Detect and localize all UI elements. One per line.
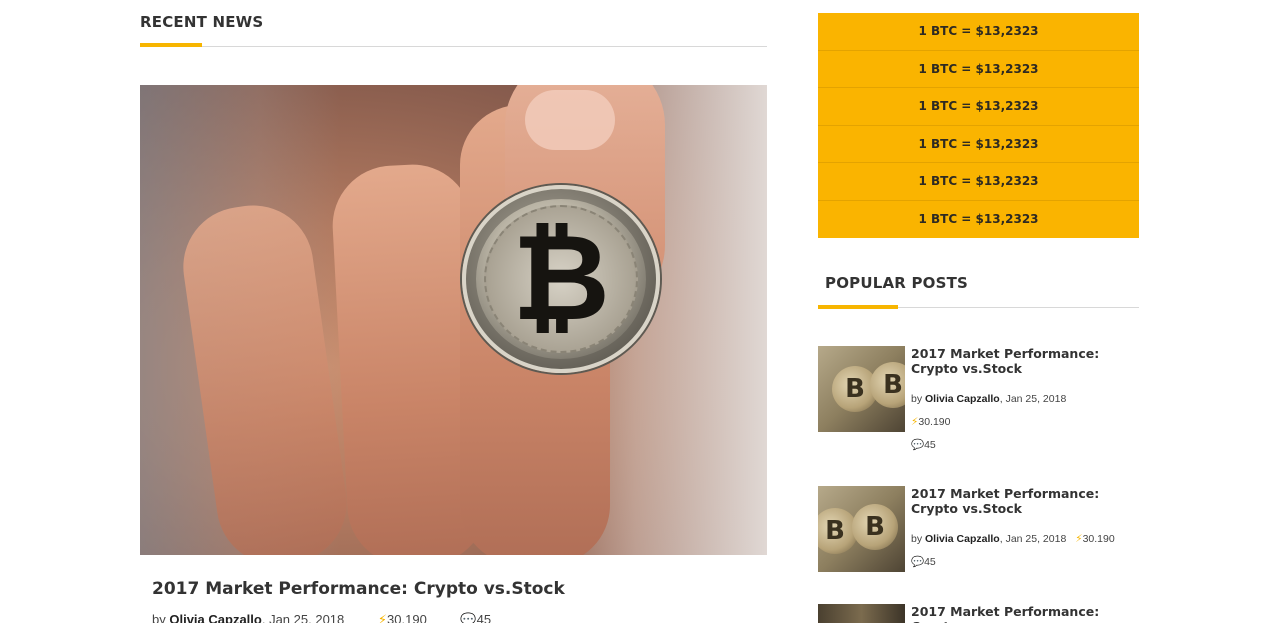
- chat-bubbles-icon: 💬: [911, 556, 925, 568]
- meta-by: by: [152, 612, 166, 623]
- ticker-row: 1 BTC = $13,2323: [818, 200, 1139, 238]
- popular-posts-accent-bar: [818, 305, 898, 309]
- popular-posts-title: POPULAR POSTS: [825, 274, 969, 292]
- chat-bubbles-icon: 💬: [911, 439, 925, 451]
- popular-post-item[interactable]: B B 2017 Market Performance: Crypto vs.S…: [818, 486, 1139, 576]
- recent-news-accent-bar: [140, 43, 202, 47]
- views-stat: ⚡30.190: [378, 612, 427, 623]
- post-author-link[interactable]: Olivia Capzallo: [925, 393, 1000, 405]
- bitcoin-icon: B: [870, 362, 905, 408]
- chat-bubbles-icon: 💬: [460, 612, 477, 623]
- comments-count: 45: [924, 439, 936, 451]
- post-title[interactable]: 2017 Market Performance: Crypto: [911, 604, 1136, 623]
- lightning-icon: ⚡: [1075, 533, 1083, 545]
- recent-news-title: RECENT NEWS: [140, 13, 264, 31]
- ticker-row: 1 BTC = $13,2323: [818, 125, 1139, 163]
- post-thumbnail[interactable]: B B: [818, 346, 905, 432]
- article-date: Jan 25, 2018: [269, 612, 345, 623]
- comments-stat[interactable]: 💬45: [911, 555, 936, 568]
- post-thumbnail[interactable]: B B: [818, 486, 905, 572]
- views-count: 30.190: [1082, 533, 1115, 545]
- ticker-row: 1 BTC = $13,2323: [818, 163, 1139, 201]
- post-thumbnail[interactable]: [818, 604, 905, 623]
- post-byline: by Olivia Capzallo, Jan 25, 2018 ⚡30.190: [911, 533, 1115, 545]
- featured-article-image[interactable]: ₿: [140, 85, 767, 555]
- ticker-row: 1 BTC = $13,2323: [818, 50, 1139, 88]
- views-count: 30.190: [387, 612, 427, 623]
- ticker-row: 1 BTC = $13,2323: [818, 88, 1139, 126]
- recent-news-header: RECENT NEWS: [140, 13, 767, 49]
- meta-by: by: [911, 533, 923, 545]
- popular-post-item[interactable]: 2017 Market Performance: Crypto: [818, 604, 1139, 623]
- ticker-row: 1 BTC = $13,2323: [818, 13, 1139, 51]
- bitcoin-icon: ₿: [512, 209, 610, 348]
- comments-stat[interactable]: 💬45: [911, 438, 936, 451]
- comments-stat[interactable]: 💬45: [460, 612, 491, 623]
- views-stat: ⚡30.190: [1075, 533, 1115, 545]
- post-byline: by Olivia Capzallo, Jan 25, 2018: [911, 393, 1067, 405]
- post-title[interactable]: 2017 Market Performance: Crypto vs.Stock: [911, 486, 1136, 516]
- lightning-icon: ⚡: [377, 612, 388, 623]
- post-author-link[interactable]: Olivia Capzallo: [925, 533, 1000, 545]
- meta-by: by: [911, 393, 923, 405]
- post-title[interactable]: 2017 Market Performance: Crypto vs.Stock: [911, 346, 1136, 376]
- recent-news-divider: [140, 46, 767, 47]
- post-date: Jan 25, 2018: [1005, 393, 1067, 405]
- popular-post-item[interactable]: B B 2017 Market Performance: Crypto vs.S…: [818, 346, 1139, 456]
- post-date: Jan 25, 2018: [1005, 533, 1067, 545]
- btc-price-ticker: 1 BTC = $13,2323 1 BTC = $13,2323 1 BTC …: [818, 13, 1139, 238]
- article-author-link[interactable]: Olivia Capzallo: [169, 612, 261, 623]
- bitcoin-icon: B: [852, 504, 898, 550]
- views-count: 30.190: [918, 416, 951, 428]
- featured-article-meta: by Olivia Capzallo, Jan 25, 2018 ⚡30.190…: [152, 612, 491, 623]
- views-stat: ⚡30.190: [911, 416, 951, 428]
- bitcoin-coin-image: ₿: [462, 185, 660, 373]
- featured-article-title[interactable]: 2017 Market Performance: Crypto vs.Stock: [152, 579, 565, 599]
- comments-count: 45: [924, 556, 936, 568]
- comments-count: 45: [476, 612, 492, 623]
- popular-posts-header: POPULAR POSTS: [818, 274, 1139, 310]
